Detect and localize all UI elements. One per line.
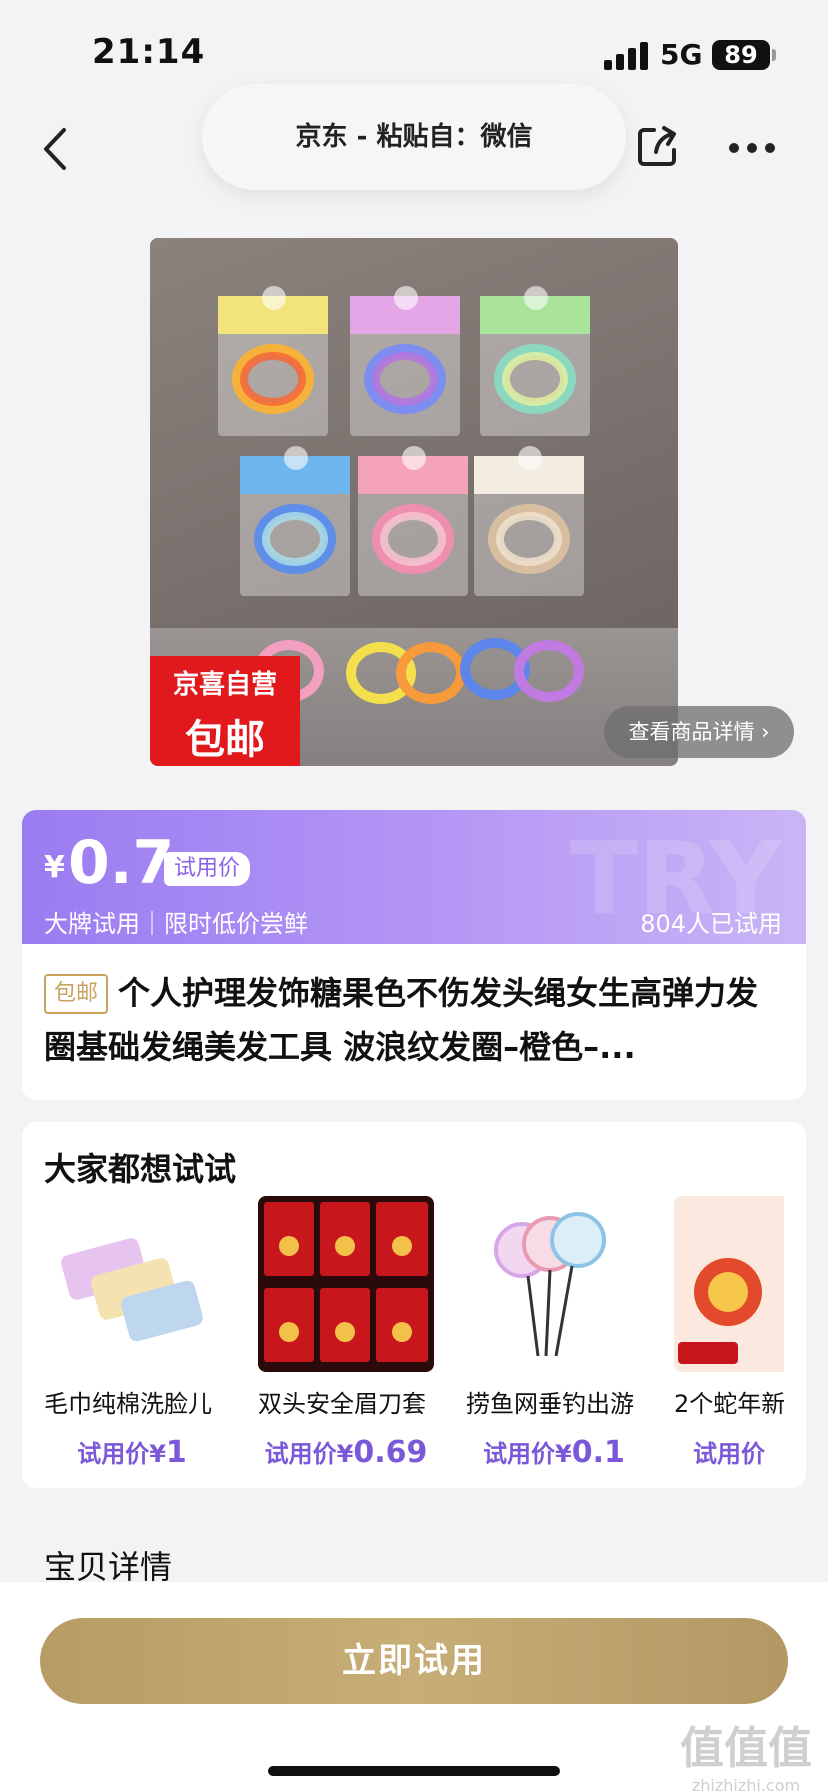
red-packet-thumbnail — [258, 1196, 434, 1372]
more-icon[interactable] — [728, 142, 776, 154]
jingxi-badge: 京喜自营 包邮 — [150, 656, 300, 766]
price-band: TRY ¥ 0.7 试用价 大牌试用｜限时低价尝鲜 804人已试用 — [22, 810, 806, 944]
badge-line2: 包邮 — [185, 717, 265, 763]
product-image[interactable]: 京喜自营 包邮 — [150, 238, 678, 766]
recommendations-card: 大家都想试试 毛巾纯棉洗脸儿 试用价¥1 双头安全眉刀套 试用价¥0.69 捞鱼… — [22, 1122, 806, 1488]
rec-item-name: 2个蛇年新 — [674, 1390, 784, 1418]
rec-item-name: 双头安全眉刀套 — [258, 1390, 426, 1418]
tried-count: 804人已试用 — [640, 910, 782, 938]
rec-item-price: 试用价¥1 — [77, 1435, 187, 1470]
rec-item[interactable]: 捞鱼网垂钓出游 试用价¥0.1 — [466, 1196, 646, 1486]
price-subtitle: 大牌试用｜限时低价尝鲜 — [44, 910, 308, 938]
rec-item-price: 试用价¥0.1 — [483, 1435, 625, 1470]
nav-title[interactable]: 京东 - 粘贴自：微信 — [202, 84, 626, 190]
hair-tie-pack — [218, 286, 328, 436]
rec-item-name: 捞鱼网垂钓出游 — [466, 1390, 634, 1418]
site-watermark: 值值值 zhizhizhi.com — [680, 1712, 812, 1792]
hair-tie-pack — [474, 446, 584, 596]
view-details-button[interactable]: 查看商品详情 › — [604, 706, 794, 758]
towel-thumbnail — [44, 1196, 220, 1372]
try-now-button[interactable]: 立即试用 — [40, 1618, 788, 1704]
chevron-left-icon[interactable] — [36, 124, 76, 174]
snake-year-thumbnail — [674, 1196, 784, 1372]
status-time: 21:14 — [92, 32, 206, 72]
hair-tie-pack — [358, 446, 468, 596]
nav-bar: 京东 - 粘贴自：微信 — [0, 84, 828, 194]
bottom-bar: 立即试用 值值值 zhizhizhi.com — [0, 1582, 828, 1792]
hair-tie-pack — [350, 286, 460, 436]
watermark-url: zhizhizhi.com — [691, 1776, 801, 1792]
price-card: TRY ¥ 0.7 试用价 大牌试用｜限时低价尝鲜 804人已试用 包邮 个人护理… — [22, 810, 806, 1100]
hair-tie-pack — [480, 286, 590, 436]
floor-hair-tie — [514, 640, 584, 702]
signal-icon — [604, 42, 648, 70]
recommendations-heading: 大家都想试试 — [44, 1150, 237, 1188]
battery-level: 89 — [724, 41, 758, 69]
free-shipping-tag: 包邮 — [44, 974, 109, 1014]
rec-item-price: 试用价¥0.69 — [264, 1435, 428, 1470]
product-title-text: 个人护理发饰糖果色不伤发头绳女生高弹力发圈基础发绳美发工具 波浪纹发圈–橙色–.… — [44, 974, 759, 1066]
hair-tie-pack — [240, 446, 350, 596]
rec-item[interactable]: 毛巾纯棉洗脸儿 试用价¥1 — [44, 1196, 224, 1486]
rec-item-name: 毛巾纯棉洗脸儿 — [44, 1390, 212, 1418]
price-value: 0.7 — [68, 828, 175, 898]
network-label: 5G — [660, 38, 703, 71]
battery-tip — [772, 49, 776, 61]
badge-line1: 京喜自营 — [172, 670, 277, 700]
floor-hair-tie — [396, 642, 466, 704]
share-icon[interactable] — [634, 122, 682, 170]
rec-item-price: 试用价 — [693, 1440, 765, 1468]
rec-item[interactable]: 双头安全眉刀套 试用价¥0.69 — [258, 1196, 438, 1486]
home-indicator[interactable] — [268, 1766, 560, 1776]
price-currency: ¥ — [44, 850, 65, 885]
fishing-net-thumbnail — [466, 1196, 642, 1372]
product-title: 包邮 个人护理发饰糖果色不伤发头绳女生高弹力发圈基础发绳美发工具 波浪纹发圈–橙色… — [44, 966, 784, 1074]
rec-item[interactable]: 2个蛇年新 试用价 — [674, 1196, 784, 1486]
price-tag: 试用价 — [164, 852, 251, 886]
battery-icon: 89 — [712, 40, 770, 70]
watermark-logo: 值值值 — [680, 1723, 812, 1774]
